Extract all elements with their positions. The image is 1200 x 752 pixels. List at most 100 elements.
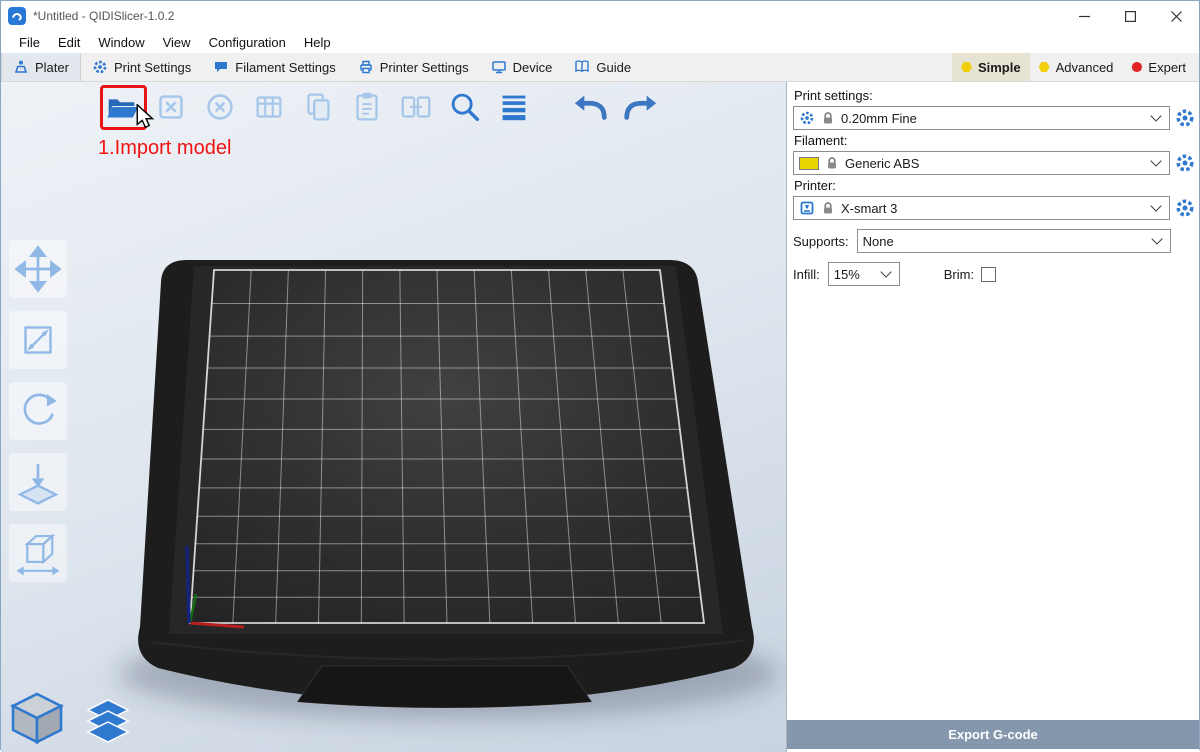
rotate-button[interactable] [9,382,67,440]
split-objects-icon [397,88,435,126]
tab-print-settings[interactable]: Print Settings [81,53,202,81]
mode-advanced[interactable]: Advanced [1030,53,1123,81]
mode-simple[interactable]: Simple [952,53,1030,81]
copy-button[interactable] [298,87,338,127]
mode-expert[interactable]: Expert [1122,53,1195,81]
chevron-down-icon [1150,155,1161,166]
measure-button[interactable] [9,524,67,582]
move-icon [13,244,63,294]
mode-label: Advanced [1056,60,1114,75]
menubar: File Edit Window View Configuration Help [1,31,1199,53]
printer-row: X-smart 3 [793,196,1195,220]
tab-label: Plater [35,60,69,75]
import-annotation-text: 1.Import model [98,137,231,160]
arrange-icon [250,88,288,126]
brim-checkbox[interactable] [981,267,996,282]
filament-gear-button[interactable] [1175,153,1195,173]
supports-row: Supports: None [793,229,1195,253]
maximize-button[interactable] [1107,1,1153,31]
filament-row: Generic ABS [793,151,1195,175]
chevron-down-icon [1151,233,1162,244]
variable-layer-height-button[interactable] [494,87,534,127]
left-toolbar [9,240,67,582]
filament-value: Generic ABS [845,156,919,171]
tab-printer-settings[interactable]: Printer Settings [347,53,480,81]
copy-icon [299,88,337,126]
minimize-button[interactable] [1061,1,1107,31]
editor-3d-view-button[interactable] [7,688,67,748]
redo-icon [621,88,659,126]
preview-layers-button[interactable] [82,698,134,748]
simple-mode-icon [961,62,972,73]
printer-gear-button[interactable] [1175,198,1195,218]
tab-plater[interactable]: Plater [1,53,81,81]
filament-icon [213,59,229,75]
guide-icon [574,59,590,75]
menu-view[interactable]: View [154,35,200,50]
tab-label: Printer Settings [380,60,469,75]
tab-label: Filament Settings [235,60,335,75]
undo-button[interactable] [571,87,611,127]
menu-file[interactable]: File [10,35,49,50]
search-button[interactable] [445,87,485,127]
window-controls [1061,1,1199,31]
supports-combo[interactable]: None [857,229,1171,253]
gear-icon [799,110,815,126]
print-settings-gear-button[interactable] [1175,108,1195,128]
lock-icon [821,201,835,215]
menu-help[interactable]: Help [295,35,340,50]
move-button[interactable] [9,240,67,298]
top-toolbar [102,87,669,127]
menu-edit[interactable]: Edit [49,35,89,50]
content: 1.Import model [1,82,1199,749]
printer-value: X-smart 3 [841,201,897,216]
view-toggles [7,688,134,748]
mode-label: Simple [978,60,1021,75]
titlebar: *Untitled - QIDISlicer-1.0.2 [1,1,1199,31]
maximize-icon [1125,11,1136,22]
supports-label: Supports: [793,234,849,249]
supports-value: None [863,234,894,249]
delete-icon [152,88,190,126]
print-bed-3d[interactable] [1,82,786,752]
app-logo-icon [8,7,26,25]
lock-icon [821,111,835,125]
redo-button[interactable] [620,87,660,127]
export-gcode-button[interactable]: Export G-code [787,720,1199,749]
tab-filament-settings[interactable]: Filament Settings [202,53,346,81]
print-settings-combo[interactable]: 0.20mm Fine [793,106,1170,130]
split-objects-button[interactable] [396,87,436,127]
gear-icon [92,59,108,75]
filament-label: Filament: [794,133,1195,148]
tab-label: Print Settings [114,60,191,75]
plater-icon [13,59,29,75]
print-settings-label: Print settings: [794,88,1195,103]
scale-button[interactable] [9,311,67,369]
place-on-face-button[interactable] [9,453,67,511]
place-on-face-icon [13,457,63,507]
viewport-3d[interactable]: 1.Import model [1,82,787,752]
filament-combo[interactable]: Generic ABS [793,151,1170,175]
paste-icon [348,88,386,126]
arrange-button[interactable] [249,87,289,127]
printer-combo[interactable]: X-smart 3 [793,196,1170,220]
lock-icon [825,156,839,170]
undo-icon [572,88,610,126]
tab-guide[interactable]: Guide [563,53,642,81]
delete-button[interactable] [151,87,191,127]
chevron-down-icon [880,266,891,277]
brim-label: Brim: [944,267,974,282]
print-settings-value: 0.20mm Fine [841,111,917,126]
menu-configuration[interactable]: Configuration [200,35,295,50]
close-button[interactable] [1153,1,1199,31]
infill-combo[interactable]: 15% [828,262,900,286]
menu-window[interactable]: Window [89,35,153,50]
tab-device[interactable]: Device [480,53,564,81]
scale-icon [13,315,63,365]
window-title: *Untitled - QIDISlicer-1.0.2 [33,9,1061,23]
tab-label: Guide [596,60,631,75]
paste-button[interactable] [347,87,387,127]
printer-icon [358,59,374,75]
settings-sidebar: Print settings: 0.20mm Fine Filament: Ge… [787,82,1199,752]
delete-all-button[interactable] [200,87,240,127]
